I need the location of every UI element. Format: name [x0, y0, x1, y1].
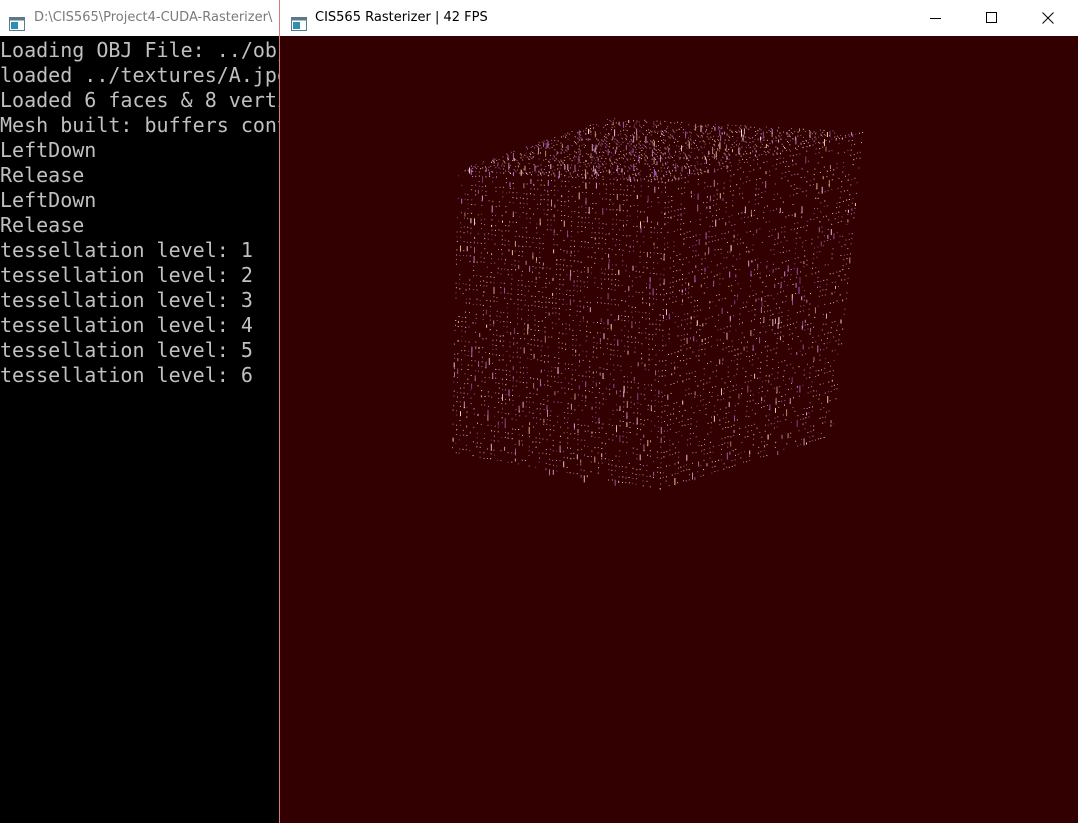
console-line: Release — [0, 163, 85, 187]
console-line: Mesh built: buffers cont — [0, 113, 282, 137]
rasterizer-titlebar[interactable]: CIS565 Rasterizer | 42 FPS — [280, 0, 1078, 36]
render-viewport[interactable] — [280, 36, 1078, 823]
console-line: Loaded 6 faces & 8 verti — [0, 88, 282, 112]
console-line: tessellation level: 1 — [0, 238, 253, 262]
rasterizer-window[interactable]: CIS565 Rasterizer | 42 FPS — [279, 0, 1078, 823]
close-icon — [1042, 12, 1054, 24]
minimize-button[interactable] — [913, 0, 959, 36]
console-titlebar[interactable]: D:\CIS565\Project4-CUDA-Rasterizer\ — [0, 0, 282, 36]
console-output: Loading OBJ File: ../obj loaded ../textu… — [0, 36, 282, 823]
console-line: Loading OBJ File: ../obj — [0, 38, 282, 62]
console-line: tessellation level: 2 — [0, 263, 253, 287]
minimize-icon — [930, 18, 941, 19]
console-line: tessellation level: 5 — [0, 338, 253, 362]
console-line: tessellation level: 3 — [0, 288, 253, 312]
console-line: tessellation level: 6 — [0, 363, 253, 387]
console-line: loaded ../textures/A.jpg — [0, 63, 282, 87]
close-button[interactable] — [1025, 0, 1071, 36]
maximize-icon — [986, 12, 997, 23]
console-line: LeftDown — [0, 138, 97, 162]
maximize-button[interactable] — [969, 0, 1015, 36]
console-line: tessellation level: 4 — [0, 313, 253, 337]
console-title: D:\CIS565\Project4-CUDA-Rasterizer\ — [34, 10, 273, 25]
console-app-icon — [9, 10, 25, 31]
console-line: LeftDown — [0, 188, 97, 212]
console-line: Release — [0, 213, 85, 237]
point-cloud-cube — [452, 118, 864, 490]
console-window[interactable]: D:\CIS565\Project4-CUDA-Rasterizer\ Load… — [0, 0, 282, 823]
rasterizer-title: CIS565 Rasterizer | 42 FPS — [315, 10, 488, 25]
rasterizer-app-icon — [291, 10, 307, 31]
